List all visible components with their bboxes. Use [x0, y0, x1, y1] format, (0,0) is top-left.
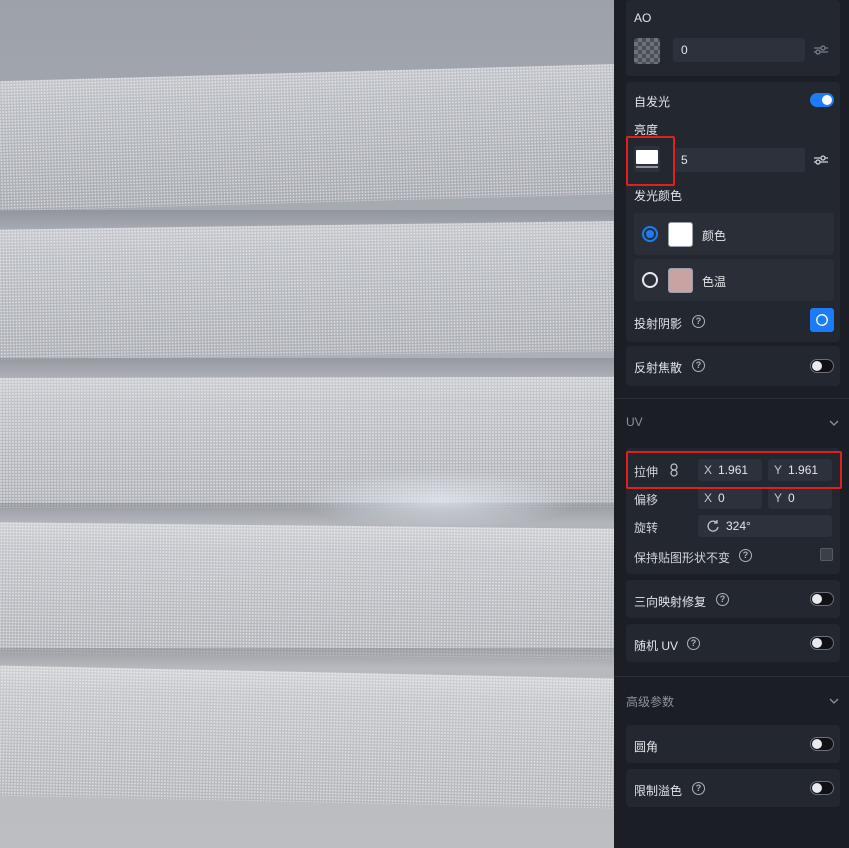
link-chain-icon[interactable]	[668, 463, 680, 477]
material-properties-panel: AO 0 自发光 亮度 5 发光颜色 颜色 色温 投射阴影 ? 反射焦散 ? U…	[614, 0, 849, 848]
cast-shadow-help-icon[interactable]: ?	[692, 315, 705, 328]
slat-shadow	[0, 358, 614, 378]
advanced-chevron-down-icon[interactable]	[829, 696, 839, 706]
rounded-label: 圆角	[634, 740, 659, 754]
random-uv-help-icon[interactable]: ?	[687, 637, 700, 650]
color-temperature-swatch[interactable]	[668, 268, 693, 293]
triplanar-card: 三向映射修复 ?	[626, 580, 840, 618]
advanced-section-title[interactable]: 高级参数	[626, 693, 674, 710]
section-divider	[614, 398, 849, 399]
rounded-toggle[interactable]	[810, 737, 834, 751]
caustics-card: 反射焦散 ?	[626, 346, 840, 386]
color-option-label: 颜色	[702, 229, 727, 243]
cast-shadow-label: 投射阴影	[634, 317, 683, 331]
color-radio[interactable]	[642, 226, 658, 242]
emission-color-option[interactable]: 颜色	[634, 213, 834, 255]
ao-texture-slot[interactable]	[634, 38, 660, 64]
offset-y-field[interactable]: Y0	[768, 487, 832, 509]
caustics-label: 反射焦散	[634, 361, 683, 375]
rounded-card: 圆角	[626, 725, 840, 763]
stretch-y-field[interactable]: Y 1.961	[768, 459, 832, 481]
blind-slat	[0, 220, 614, 360]
section-divider	[614, 676, 849, 677]
limit-overflow-help-icon[interactable]: ?	[692, 782, 705, 795]
emission-label: 自发光	[634, 95, 671, 109]
caustics-help-icon[interactable]: ?	[692, 359, 705, 372]
rotation-label: 旋转	[634, 521, 659, 535]
brightness-adjust-icon[interactable]	[809, 149, 833, 171]
triplanar-help-icon[interactable]: ?	[716, 593, 729, 606]
ao-card: AO 0	[626, 0, 840, 76]
brightness-value-field[interactable]: 5	[673, 148, 805, 172]
random-uv-toggle[interactable]	[810, 636, 834, 650]
brightness-texture-slot[interactable]	[634, 146, 660, 172]
emission-card: 自发光 亮度 5 发光颜色	[626, 82, 840, 342]
blind-slat	[0, 63, 614, 212]
caustics-toggle[interactable]	[810, 359, 834, 373]
triplanar-toggle[interactable]	[810, 592, 834, 606]
uv-chevron-down-icon[interactable]	[829, 418, 839, 428]
slat-shadow	[0, 648, 614, 668]
rotate-icon	[707, 520, 719, 532]
ao-value-field[interactable]: 0	[673, 38, 805, 62]
random-uv-card: 随机 UV ?	[626, 624, 840, 662]
emission-toggle[interactable]	[810, 93, 834, 107]
uv-card: 拉伸 X 1.961 Y 1.961 偏移 X0 Y0 旋转 324° 保持贴图形状…	[626, 448, 840, 574]
keep-shape-help-icon[interactable]: ?	[739, 549, 752, 562]
limit-overflow-card: 限制溢色 ?	[626, 769, 840, 807]
color-temperature-option[interactable]: 色温	[634, 259, 834, 301]
3d-viewport[interactable]	[0, 0, 614, 848]
blind-slat	[0, 665, 614, 810]
keep-shape-label: 保持贴图形状不变	[634, 551, 731, 565]
random-uv-label: 随机 UV	[634, 639, 679, 653]
color-swatch[interactable]	[668, 222, 693, 247]
stretch-label: 拉伸	[634, 465, 659, 479]
brightness-label: 亮度	[634, 123, 659, 137]
limit-overflow-label: 限制溢色	[634, 784, 683, 798]
cast-shadow-toggle-icon[interactable]	[810, 308, 834, 332]
stretch-x-field[interactable]: X 1.961	[698, 459, 762, 481]
uv-section-title[interactable]: UV	[626, 415, 643, 429]
ao-label: AO	[634, 11, 652, 25]
offset-x-field[interactable]: X0	[698, 487, 762, 509]
color-temperature-label: 色温	[702, 275, 727, 289]
ao-adjust-icon[interactable]	[809, 39, 833, 61]
emission-color-label: 发光颜色	[634, 189, 683, 203]
offset-label: 偏移	[634, 493, 659, 507]
light-reflection	[300, 470, 580, 530]
limit-overflow-toggle[interactable]	[810, 781, 834, 795]
blind-slat	[0, 522, 614, 660]
color-temperature-radio[interactable]	[642, 272, 658, 288]
triplanar-label: 三向映射修复	[634, 595, 707, 609]
keep-shape-checkbox[interactable]	[820, 548, 833, 561]
